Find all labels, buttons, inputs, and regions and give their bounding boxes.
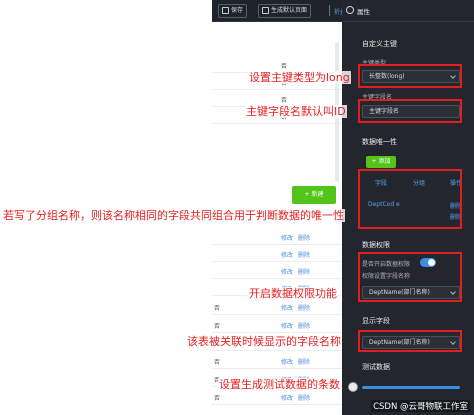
top-toolbar: 保存 生成默认页面 折叠属性 bbox=[212, 0, 358, 22]
edit-link[interactable]: 修改 bbox=[281, 393, 293, 402]
edit-link[interactable]: 修改 bbox=[281, 267, 293, 276]
custom-pk-title: 自定义主键 bbox=[362, 40, 397, 48]
cell-value: 否 bbox=[281, 63, 288, 70]
gear-icon bbox=[346, 6, 354, 14]
annotation-pk-field: 主键字段名默认叫ID bbox=[245, 105, 347, 118]
table-row[interactable]: 否 修改 删除 bbox=[212, 352, 342, 369]
test-data-title: 测试数据 bbox=[362, 363, 390, 371]
save-button[interactable]: 保存 bbox=[218, 4, 248, 18]
display-field-highlight bbox=[358, 330, 462, 352]
delete-link[interactable]: 删除 bbox=[298, 321, 310, 330]
delete-link[interactable]: 删除 bbox=[298, 357, 310, 366]
display-field-title: 显示字段 bbox=[362, 317, 390, 325]
annotation-pk-type: 设置主键类型为long bbox=[248, 71, 351, 84]
perm-highlight bbox=[358, 252, 462, 302]
table-row[interactable]: 修改 删除 bbox=[212, 228, 342, 245]
save-button-label: 保存 bbox=[231, 7, 244, 14]
delete-link[interactable]: 删除 bbox=[298, 303, 310, 312]
edit-link[interactable]: 修改 bbox=[281, 233, 293, 242]
cell-value: 否 bbox=[214, 359, 221, 366]
new-button[interactable]: + 新建 bbox=[292, 186, 336, 204]
edit-link[interactable]: 修改 bbox=[281, 303, 293, 312]
pk-field-highlight bbox=[358, 99, 462, 123]
generate-default-page-label: 生成默认页面 bbox=[271, 7, 308, 14]
test-data-slider-handle[interactable] bbox=[348, 382, 358, 392]
delete-link[interactable]: 删除 bbox=[298, 393, 310, 402]
panel-title: 属性 bbox=[357, 8, 370, 16]
page-icon bbox=[262, 7, 269, 14]
table-row[interactable]: 否 修改 删除 bbox=[212, 298, 342, 315]
csdn-watermark: CSDN @云哥物联工作室 bbox=[371, 400, 470, 412]
save-icon bbox=[222, 7, 229, 14]
edit-link[interactable]: 修改 bbox=[281, 250, 293, 259]
table-row[interactable]: 修改 删除 bbox=[212, 245, 342, 262]
annotation-test-data: 设置生成测试数据的条数 bbox=[218, 378, 341, 391]
cell-value: 否 bbox=[214, 305, 221, 312]
add-unique-button[interactable]: + 添加 bbox=[366, 156, 396, 168]
cell-value: 否 bbox=[214, 323, 221, 330]
add-button-label: 添加 bbox=[378, 158, 391, 165]
panel-header: 属性 bbox=[342, 0, 474, 22]
unique-title: 数据唯一性 bbox=[362, 138, 397, 146]
annotation-perm-enable: 开启数据权限功能 bbox=[248, 287, 338, 300]
pk-type-highlight bbox=[358, 64, 462, 88]
delete-link[interactable]: 删除 bbox=[298, 267, 310, 276]
annotation-unique-group: 若写了分组名称，则该名称相同的字段共同组合用于判断数据的唯一性 bbox=[2, 209, 345, 222]
edit-link[interactable]: 修改 bbox=[281, 321, 293, 330]
annotation-display-field: 该表被关联时候显示的字段名称 bbox=[186, 335, 342, 348]
table-row[interactable]: 修改 删除 bbox=[212, 262, 342, 279]
cell-value: 否 bbox=[214, 395, 221, 402]
perm-title: 数据权限 bbox=[362, 241, 390, 249]
edit-link[interactable]: 修改 bbox=[281, 357, 293, 366]
delete-link[interactable]: 删除 bbox=[298, 233, 310, 242]
unique-table-highlight bbox=[358, 169, 462, 229]
left-blank-area bbox=[0, 0, 212, 22]
test-data-slider-track[interactable] bbox=[362, 386, 460, 389]
cell-value: 否 bbox=[281, 97, 288, 104]
delete-link[interactable]: 删除 bbox=[298, 250, 310, 259]
table-row[interactable]: 否 修改 删除 bbox=[212, 316, 342, 333]
toolbar-divider bbox=[329, 5, 330, 16]
generate-default-page-button[interactable]: 生成默认页面 bbox=[258, 4, 312, 18]
new-button-label: 新建 bbox=[311, 191, 324, 198]
